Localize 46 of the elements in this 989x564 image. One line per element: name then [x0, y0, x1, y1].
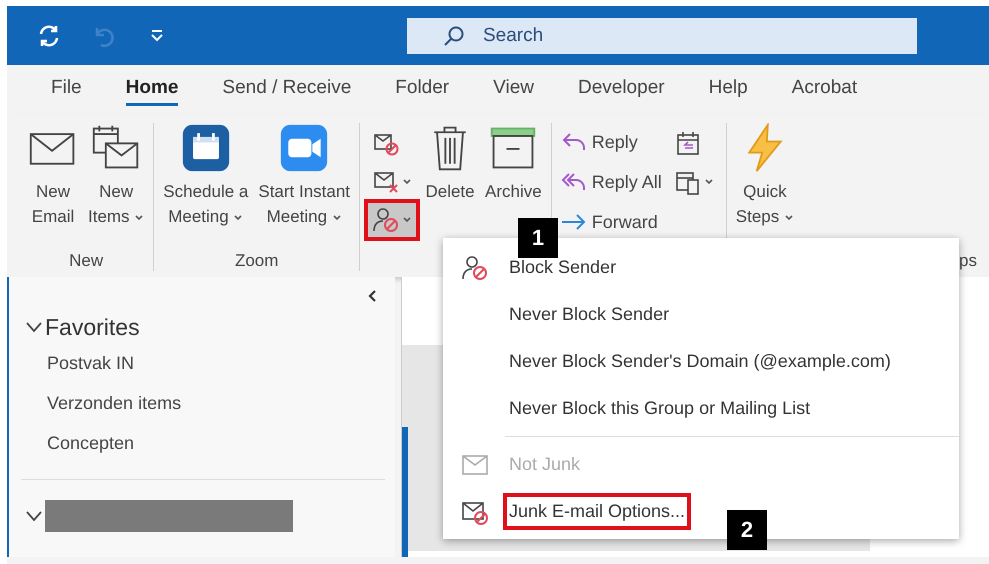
- ribbon-tab[interactable]: Send / Receive: [222, 72, 352, 106]
- caret-icon: [233, 214, 244, 222]
- search-icon: [443, 24, 465, 46]
- menu-item[interactable]: Never Block this Group or Mailing List: [443, 385, 959, 432]
- ribbon-tab[interactable]: Home: [126, 72, 178, 106]
- chevron-icon[interactable]: [25, 510, 43, 522]
- blocked-person-icon: [372, 206, 400, 234]
- menu-item[interactable]: Never Block Sender's Domain (@example.com): [443, 338, 959, 385]
- ribbon-tab[interactable]: Help: [708, 72, 748, 106]
- chevron-icon[interactable]: [25, 321, 43, 333]
- toolbar-button[interactable]: [368, 203, 416, 237]
- search-field[interactable]: Search: [407, 18, 917, 54]
- ribbon-button[interactable]: Start Instant Meeting: [257, 123, 352, 233]
- collapse-icon[interactable]: [367, 289, 379, 303]
- ribbon-tab[interactable]: Acrobat: [792, 72, 858, 106]
- ribbon-tab[interactable]: Developer: [578, 72, 665, 106]
- caret-icon: [704, 178, 714, 186]
- caret-icon: [402, 216, 412, 224]
- folder-item[interactable]: Verzonden items: [9, 383, 188, 423]
- group-label: ps: [959, 251, 977, 271]
- calendar-icon: [180, 123, 231, 173]
- group-label: Zoom: [234, 251, 278, 271]
- respond-button[interactable]: Reply All: [560, 163, 662, 201]
- respond-button[interactable]: Forward: [560, 203, 662, 241]
- blocked-person-icon: [461, 254, 489, 280]
- ribbon-tab[interactable]: View: [493, 72, 534, 106]
- caret-icon: [784, 214, 794, 222]
- ribbon-button[interactable]: Schedule a Meeting: [162, 123, 250, 233]
- respond-button[interactable]: Reply: [560, 123, 662, 161]
- ribbon-button[interactable]: New Email: [27, 123, 79, 233]
- video-camera-icon: [279, 123, 330, 173]
- folder-item[interactable]: Postvak IN: [9, 343, 140, 383]
- group-label: New: [69, 251, 104, 271]
- ribbon-button[interactable]: Delete: [424, 123, 476, 233]
- ribbon-button[interactable]: Quick Steps: [734, 123, 795, 233]
- folder-item[interactable]: Concepten: [9, 423, 140, 463]
- ribbon-tab[interactable]: File: [51, 72, 82, 106]
- section-title[interactable]: Favorites: [45, 314, 140, 340]
- caret-icon: [402, 178, 412, 186]
- ribbon-button[interactable]: New Items: [87, 123, 146, 233]
- step-number-label: 2: [727, 510, 767, 550]
- caret-icon: [332, 214, 342, 222]
- caret-icon: [134, 214, 144, 222]
- step-number-label: 1: [518, 218, 558, 258]
- menu-item[interactable]: Never Block Sender: [443, 291, 959, 338]
- ribbon-tab[interactable]: Folder: [395, 72, 450, 106]
